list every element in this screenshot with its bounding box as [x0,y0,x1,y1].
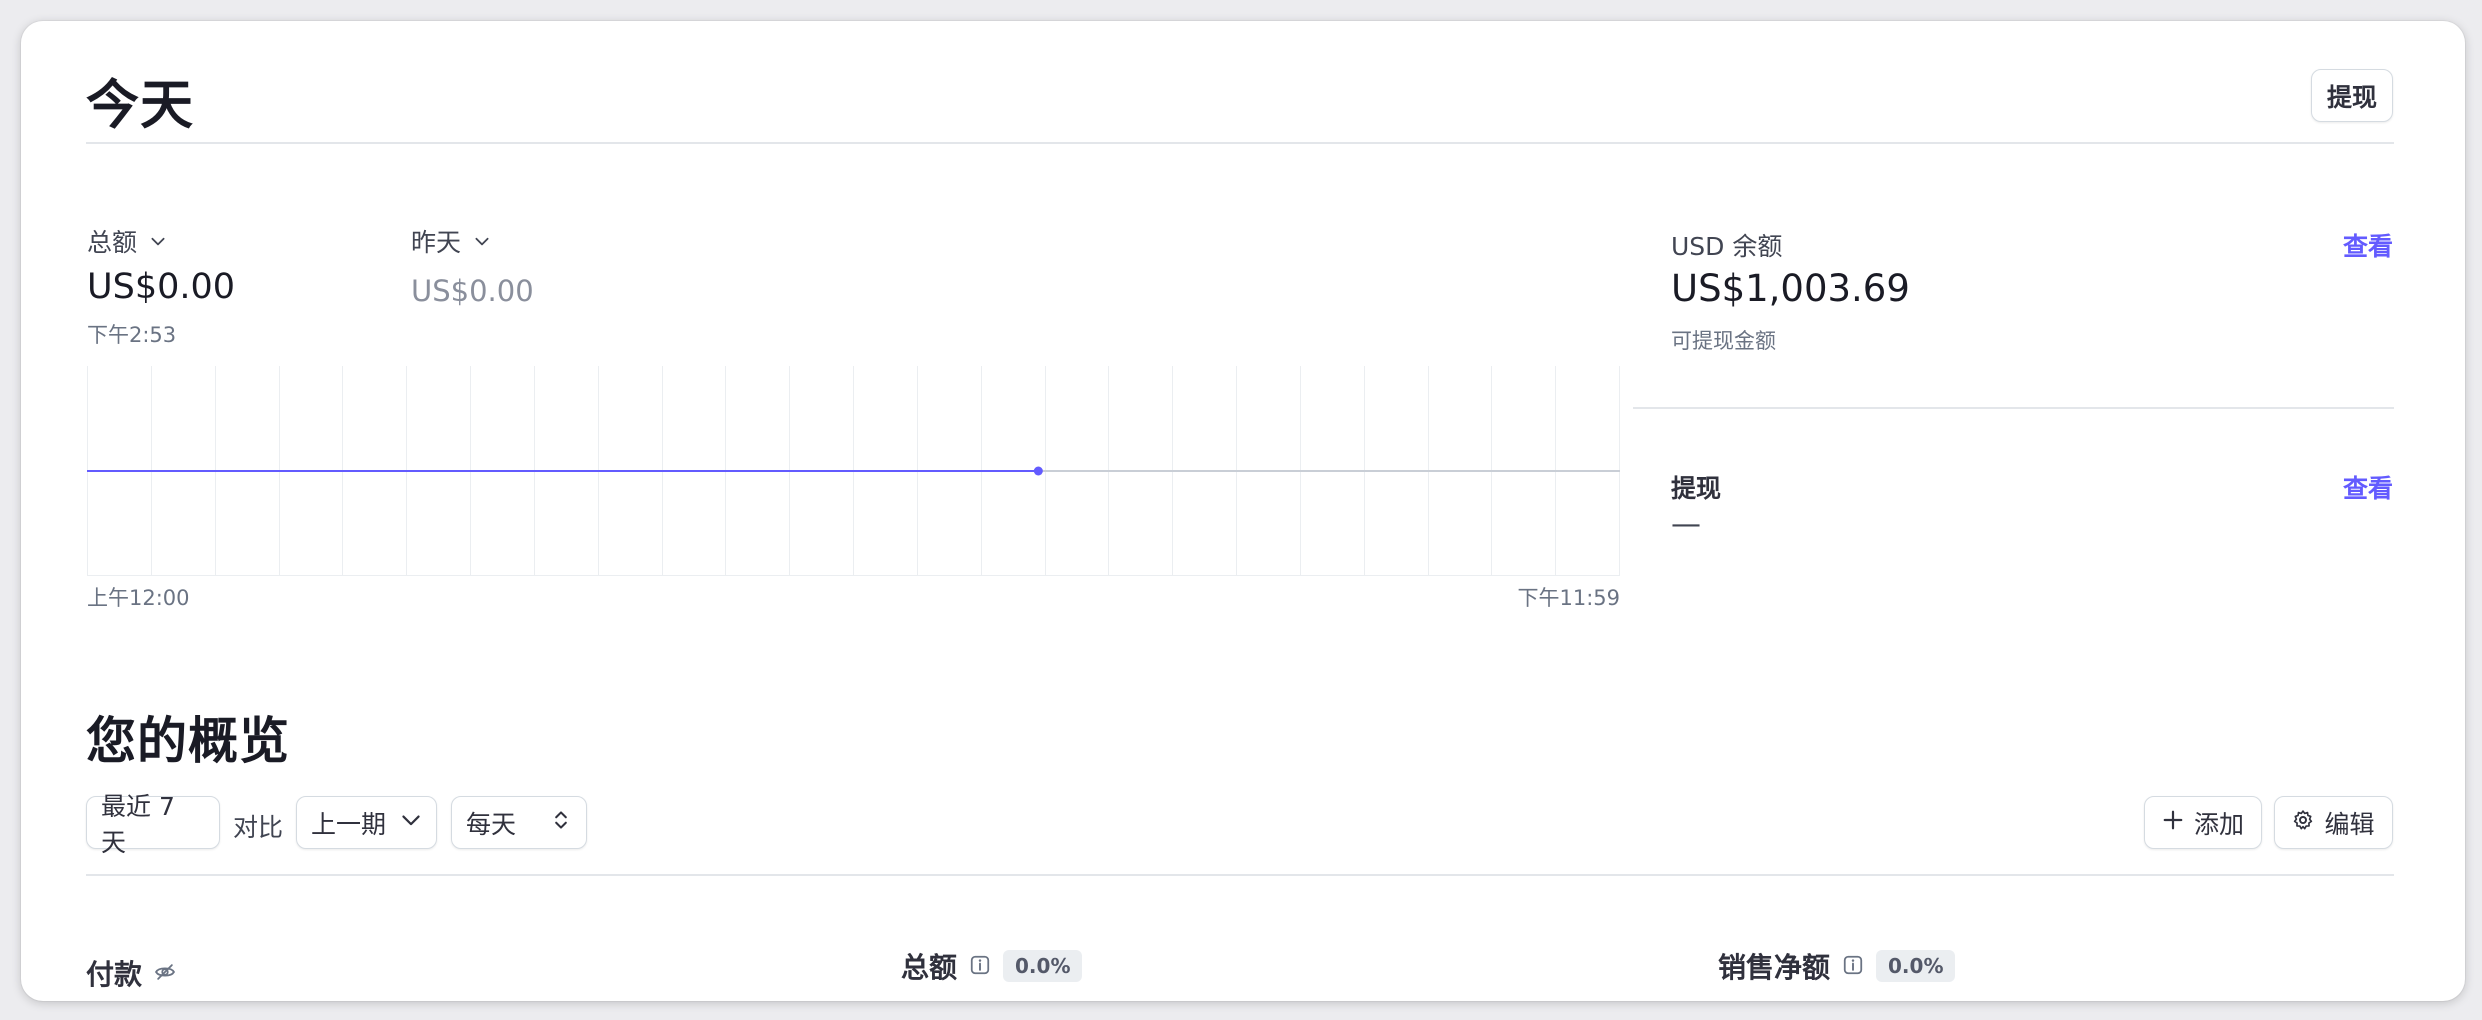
primary-metric-select[interactable]: 总额 [87,223,167,259]
usd-balance-title: USD 余额 [1671,232,1783,261]
add-button-label: 添加 [2193,809,2244,839]
today-chart-svg [87,366,1620,576]
overview-divider [86,874,2394,876]
chevron-down-icon [149,227,167,256]
gear-icon [2292,808,2314,837]
primary-amount: US$0.00 [87,267,236,307]
gross-change-badge: 0.0% [1003,950,1083,982]
compare-period-select[interactable]: 上一期 [296,796,437,849]
compare-label: 对比 [233,813,284,842]
compare-metric-select[interactable]: 昨天 [411,223,491,259]
add-button[interactable]: 添加 [2144,796,2262,849]
date-range-button[interactable]: 最近 7 天 [86,792,220,857]
net-label: 销售净额 [1718,951,1831,984]
chevron-down-icon [473,227,491,256]
compare-amount: US$0.00 [411,274,534,308]
info-icon[interactable] [1842,950,1864,983]
chart-axis-end: 下午11:59 [1517,586,1620,610]
payments-metric[interactable]: 付款 [86,953,176,993]
payments-label: 付款 [86,958,143,991]
gross-label: 总额 [901,951,958,984]
gross-volume-metric[interactable]: 总额 0.0% [901,946,1083,986]
info-icon[interactable] [969,950,991,983]
primary-metric-label: 总额 [87,228,138,257]
withdraw-button[interactable]: 提现 [2311,69,2393,122]
interval-label: 每天 [466,809,517,839]
compare-period-label: 上一期 [311,809,387,839]
payouts-value: — [1671,507,1701,542]
payouts-title: 提现 [1671,474,1722,503]
dashboard-card: 今天 提现 总额 昨天 US$0.00 US$0.00 下午2:53 上午12:… [21,21,2465,1001]
page-title: 今天 [86,75,194,136]
chart-axis-start: 上午12:00 [87,586,190,610]
usd-balance-subtitle: 可提现金额 [1671,329,1776,353]
net-change-badge: 0.0% [1876,950,1956,982]
edit-button-label: 编辑 [2324,809,2375,839]
chart-current-point [1033,466,1043,476]
net-volume-metric[interactable]: 销售净额 0.0% [1718,946,1956,986]
chevron-up-down-icon [550,808,572,837]
balance-view-link[interactable]: 查看 [2343,227,2393,263]
interval-select[interactable]: 每天 [451,796,587,849]
overview-title: 您的概览 [86,712,290,770]
chevron-down-icon [400,808,422,837]
compare-metric-label: 昨天 [411,228,462,257]
edit-button[interactable]: 编辑 [2274,796,2393,849]
current-time: 下午2:53 [87,323,177,347]
today-chart[interactable] [87,366,1620,576]
date-range-label: 最近 7 天 [101,791,175,857]
plus-icon [2162,808,2184,837]
usd-balance-amount: US$1,003.69 [1671,267,1910,310]
payouts-view-link[interactable]: 查看 [2343,469,2393,505]
eye-off-icon[interactable] [154,957,176,990]
right-panel-divider [1633,407,2394,409]
header-divider [86,142,2394,144]
